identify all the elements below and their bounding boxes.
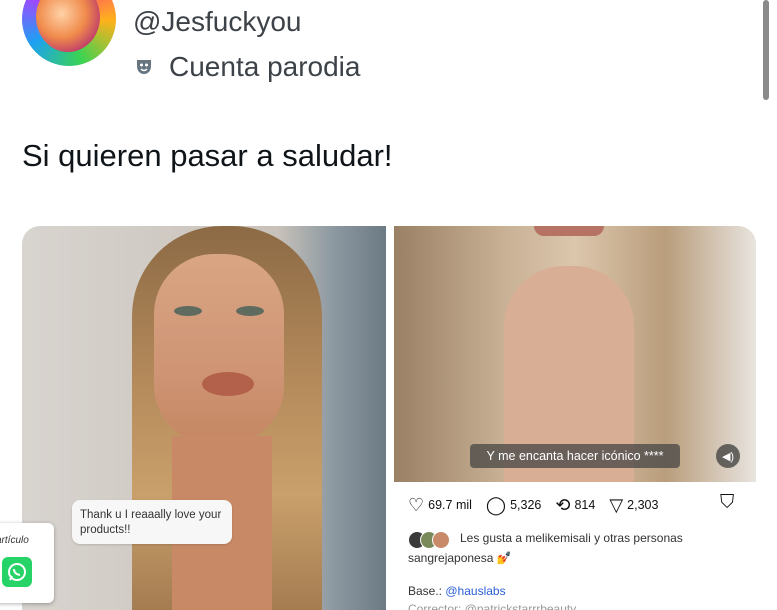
share-widget: artículo — [0, 523, 54, 603]
share-count: 2,303 — [627, 498, 659, 512]
truncated-line: Corrector: @patrickstarrrbeauty — [408, 602, 577, 610]
avatar[interactable] — [22, 0, 116, 66]
share-action[interactable]: ▽ 2,303 — [609, 496, 658, 514]
post-author[interactable]: sangrejaponesa — [408, 551, 493, 565]
share-widget-label: artículo — [0, 535, 29, 546]
author-emoji: 💅 — [496, 551, 512, 565]
liked-by-user[interactable]: melikemisali — [525, 531, 590, 545]
bookmark-icon[interactable]: ⛉ — [720, 492, 734, 514]
like-count: 69.7 mil — [428, 498, 472, 512]
right-eye-shape — [236, 306, 264, 316]
parody-badge: Cuenta parodia — [133, 51, 360, 83]
media-left-image[interactable]: Thank u I reaaally love your products!! — [22, 226, 386, 610]
base-link[interactable]: @hauslabs — [445, 584, 505, 598]
sound-icon[interactable]: ◀) — [716, 444, 740, 468]
base-label: Base.: — [408, 584, 443, 598]
comment-bubble: Thank u I reaaally love your products!! — [72, 500, 232, 544]
comment-icon: ◯ — [485, 495, 507, 515]
media-right-post[interactable]: Y me encanta hacer icónico **** ◀) ♡ 69.… — [394, 226, 756, 610]
like-action[interactable]: ♡ 69.7 mil — [408, 496, 472, 514]
liked-by-suffix: y otras personas — [594, 531, 683, 545]
repost-action[interactable]: ⟲ 814 — [555, 496, 595, 514]
tweet-media[interactable]: Thank u I reaaally love your products!! … — [22, 226, 756, 610]
scrollbar[interactable] — [763, 0, 769, 100]
tweet-text: Si quieren pasar a saludar! — [22, 138, 393, 173]
repost-icon: ⟲ — [555, 495, 571, 515]
whatsapp-icon[interactable] — [2, 557, 32, 587]
heart-icon: ♡ — [408, 495, 425, 515]
lip-shape — [534, 226, 604, 236]
liker-avatars — [408, 530, 454, 549]
profile-handle[interactable]: @Jesfuckyou — [133, 6, 302, 38]
repost-count: 814 — [574, 498, 596, 512]
left-eye-shape — [174, 306, 202, 316]
send-icon: ▽ — [609, 495, 624, 515]
comment-count: 5,326 — [510, 498, 542, 512]
comment-action[interactable]: ◯ 5,326 — [486, 496, 541, 514]
parody-label: Cuenta parodia — [169, 51, 361, 82]
liked-by-prefix: Les gusta a — [460, 531, 523, 545]
avatar-face — [36, 0, 100, 52]
face-shape — [154, 254, 284, 444]
lips-shape — [202, 372, 254, 396]
post-actions: ♡ 69.7 mil ◯ 5,326 ⟲ 814 ▽ 2,303 — [408, 494, 748, 516]
base-line: Base.: @hauslabs — [408, 584, 506, 598]
liked-by: Les gusta a melikemisali y otras persona… — [408, 528, 748, 568]
video-caption: Y me encanta hacer icónico **** — [470, 444, 680, 468]
theater-mask-icon — [133, 56, 155, 78]
